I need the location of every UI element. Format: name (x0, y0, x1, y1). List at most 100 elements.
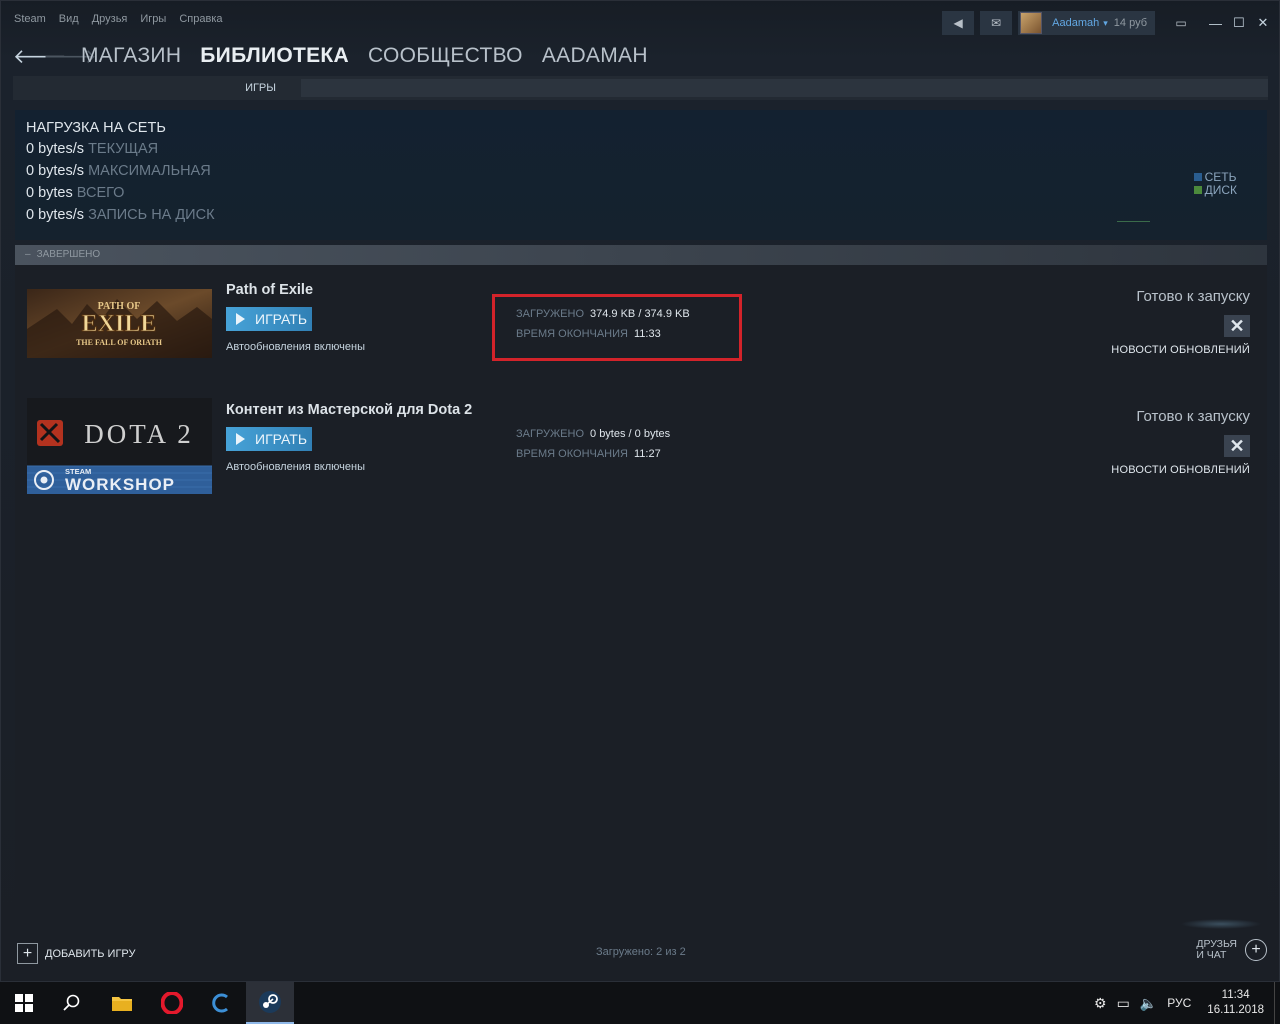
play-button[interactable]: ИГРАТЬ (226, 307, 312, 331)
tab-games[interactable]: ИГРЫ (13, 76, 288, 100)
remove-button[interactable]: ✕ (1224, 435, 1250, 457)
user-menu[interactable]: Aadamah ▾ 14 руб (1018, 11, 1155, 35)
clock[interactable]: 11:34 16.11.2018 (1207, 988, 1264, 1018)
envelope-icon: ✉ (991, 16, 1002, 30)
language-indicator[interactable]: РУС (1167, 996, 1191, 1010)
opera-icon (161, 992, 183, 1014)
folder-icon (112, 997, 132, 1011)
game-name[interactable]: Path of Exile (226, 282, 313, 298)
steam-tray-icon[interactable]: ⚙ (1094, 995, 1107, 1012)
remove-button[interactable]: ✕ (1224, 315, 1250, 337)
play-button[interactable]: ИГРАТЬ (226, 427, 312, 451)
path-of-exile-logo: PATH OF EXILE THE FALL OF ORIATH (27, 289, 212, 358)
logo-text: THE FALL OF ORIATH (76, 338, 163, 347)
friends-glow (1181, 919, 1261, 929)
eta-label: ВРЕМЯ ОКОНЧАНИЯ (516, 448, 628, 460)
close-icon[interactable]: ✕ (1257, 15, 1269, 31)
auto-update-status[interactable]: Автообновления включены (226, 461, 365, 473)
eta-value: 11:27 (633, 448, 661, 460)
close-icon: ✕ (1229, 436, 1245, 456)
file-explorer-button[interactable] (98, 982, 146, 1024)
big-picture-icon: ▭ (1175, 16, 1187, 30)
nav-store[interactable]: МАГАЗИН (81, 44, 181, 68)
maximize-icon[interactable]: ☐ (1233, 15, 1245, 31)
play-icon (236, 313, 245, 325)
windows-icon (15, 994, 33, 1012)
download-item: PATH OF EXILE THE FALL OF ORIATH Path of… (15, 277, 1267, 387)
network-label: МАКСИМАЛЬНАЯ (88, 163, 211, 179)
opera-button[interactable] (148, 982, 196, 1024)
update-news-link[interactable]: НОВОСТИ ОБНОВЛЕНИЙ (1111, 344, 1250, 356)
library-subnav: ИГРЫ (13, 76, 1268, 100)
plus-icon: + (1245, 939, 1267, 961)
nav-links: МАГАЗИН БИБЛИОТЕКА СООБЩЕСТВО AADAMAH (81, 44, 648, 68)
network-row-current: 0 bytes/s ТЕКУЩАЯ (26, 141, 158, 157)
network-value: 0 bytes/s (26, 163, 85, 179)
menu-games[interactable]: Игры (140, 13, 166, 25)
wallet-balance: 14 руб (1113, 17, 1147, 29)
nav-community[interactable]: СООБЩЕСТВО (368, 44, 523, 68)
collapse-icon: – (25, 249, 31, 260)
logo-text: WORKSHOP (65, 475, 175, 494)
nav-profile[interactable]: AADAMAH (542, 44, 648, 68)
network-row-peak: 0 bytes/s МАКСИМАЛЬНАЯ (26, 163, 211, 179)
play-label: ИГРАТЬ (255, 431, 308, 447)
downloaded-stat: ЗАГРУЖЕНО 0 bytes / 0 bytes (516, 428, 670, 440)
steam-taskbar-button[interactable] (246, 982, 294, 1024)
add-game-label: ДОБАВИТЬ ИГРУ (45, 947, 136, 960)
menu-help[interactable]: Справка (179, 13, 222, 25)
downloaded-label: ЗАГРУЖЕНО (516, 428, 585, 440)
megaphone-icon: ◀ (953, 16, 963, 30)
windows-taskbar: ⚙ ▭ 🔈 РУС 11:34 16.11.2018 (0, 982, 1280, 1024)
game-thumbnail[interactable]: DOTA 2 STEAM WORKSHOP (27, 398, 212, 494)
legend-swatch (1193, 173, 1202, 181)
legend-disk: ДИСК (1193, 184, 1237, 197)
menu-friends[interactable]: Друзья (92, 13, 128, 25)
network-value: 0 bytes (26, 185, 73, 201)
clock-date: 16.11.2018 (1207, 1004, 1264, 1016)
back-arrow-icon[interactable]: 🡐 (13, 44, 67, 69)
friends-chat-button[interactable]: ДРУЗЬЯ И ЧАТ + (1196, 939, 1267, 961)
volume-icon[interactable]: 🔈 (1140, 995, 1157, 1012)
play-icon (236, 433, 245, 445)
menu-steam[interactable]: Steam (14, 13, 46, 25)
search-button[interactable] (48, 982, 96, 1024)
legend-label: СЕТЬ (1204, 170, 1237, 184)
forward-arrow-icon[interactable]: 🡒 (43, 44, 97, 69)
download-count: Загружено: 2 из 2 (596, 946, 686, 958)
network-icon[interactable]: ▭ (1117, 995, 1130, 1012)
system-tray: ⚙ ▭ 🔈 РУС 11:34 16.11.2018 (1094, 982, 1280, 1024)
footer-bar: + ДОБАВИТЬ ИГРУ Загружено: 2 из 2 ДРУЗЬЯ… (1, 919, 1280, 983)
network-usage-panel: НАГРУЗКА НА СЕТЬ 0 bytes/s ТЕКУЩАЯ 0 byt… (15, 110, 1267, 240)
network-label: ЗАПИСЬ НА ДИСК (88, 207, 215, 223)
menu-view[interactable]: Вид (59, 13, 79, 25)
highlight-box (492, 294, 742, 361)
close-icon: ✕ (1229, 316, 1245, 336)
game-thumbnail[interactable]: PATH OF EXILE THE FALL OF ORIATH (27, 289, 212, 358)
legend-swatch (1193, 186, 1202, 194)
network-label: ВСЕГО (76, 185, 125, 201)
dota-workshop-logo: DOTA 2 STEAM WORKSHOP (27, 398, 212, 494)
network-graph-line (1117, 221, 1150, 222)
show-desktop-button[interactable] (1274, 982, 1280, 1024)
add-game-button[interactable]: + ДОБАВИТЬ ИГРУ (17, 943, 136, 964)
big-picture-button[interactable]: ▭ (1165, 11, 1197, 35)
menu-bar: Steam Вид Друзья Игры Справка (14, 13, 223, 25)
completed-section-header[interactable]: – ЗАВЕРШЕНО (15, 245, 1267, 265)
auto-update-status[interactable]: Автообновления включены (226, 341, 365, 353)
start-button[interactable] (0, 982, 48, 1024)
nav-library[interactable]: БИБЛИОТЕКА (200, 44, 349, 68)
logo-text: EXILE (82, 311, 157, 337)
title-bar: Steam Вид Друзья Игры Справка ◀ ✉ Aadama… (1, 1, 1280, 41)
window-controls: — ☐ ✕ (1209, 15, 1269, 31)
announcement-button[interactable]: ◀ (942, 11, 975, 35)
minimize-icon[interactable]: — (1209, 16, 1222, 31)
plus-icon: + (17, 943, 38, 964)
app-button[interactable] (198, 982, 246, 1024)
notifications-button[interactable]: ✉ (980, 11, 1013, 35)
game-name[interactable]: Контент из Мастерской для Dota 2 (226, 402, 472, 418)
user-name: Aadamah (1052, 17, 1100, 29)
network-row-total: 0 bytes ВСЕГО (26, 185, 124, 201)
update-news-link[interactable]: НОВОСТИ ОБНОВЛЕНИЙ (1111, 464, 1250, 476)
downloads-list: PATH OF EXILE THE FALL OF ORIATH Path of… (15, 265, 1267, 919)
